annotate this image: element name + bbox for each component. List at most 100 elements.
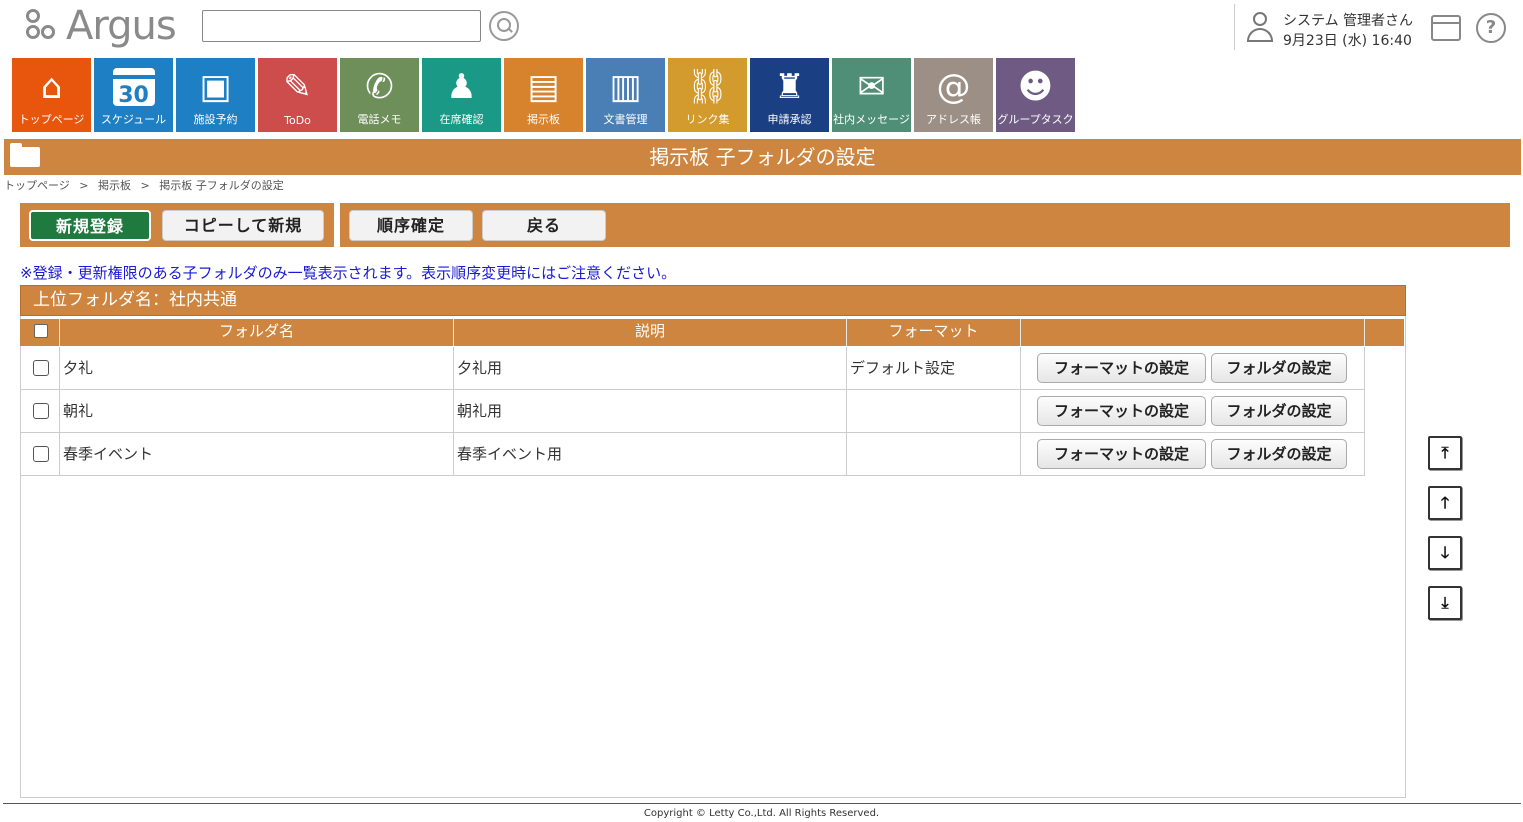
window-icon[interactable] — [1431, 15, 1461, 41]
footer-divider — [3, 803, 1521, 804]
breadcrumb-separator: > — [79, 179, 89, 192]
folder-settings-button[interactable]: フォルダの設定 — [1211, 353, 1347, 383]
breadcrumb: トップページ > 掲示板 > 掲示板 子フォルダの設定 — [4, 177, 290, 193]
app-tile[interactable]: ▣ 施設予約 — [176, 58, 255, 132]
app-tile[interactable]: ✆ 電話メモ — [340, 58, 419, 132]
column-header-description: 説明 — [454, 319, 847, 346]
copyright: Copyright © Letty Co.,Ltd. All Rights Re… — [643, 808, 880, 819]
folder-name-cell: 夕礼 — [60, 347, 454, 390]
title-bar: 掲示板 子フォルダの設定 — [4, 139, 1521, 175]
column-header-name: フォルダ名 — [60, 319, 454, 346]
todo-icon: ✎ — [283, 67, 312, 107]
user-info: システム 管理者さん 9月23日 (水) 16:40 — [1234, 4, 1414, 50]
app-tile[interactable]: 30 スケジュール — [94, 58, 173, 132]
format-settings-button[interactable]: フォーマットの設定 — [1037, 353, 1206, 383]
message-icon: ✉ — [857, 67, 886, 107]
confirm-order-button[interactable]: 順序確定 — [349, 210, 473, 241]
row-select-cell — [20, 433, 60, 476]
row-checkbox[interactable] — [33, 360, 49, 376]
move-up-icon: 🡑 — [1440, 493, 1450, 512]
folder-name-cell: 春季イベント — [60, 433, 454, 476]
address-book-icon: @ — [936, 67, 971, 107]
app-tile[interactable]: ☻ グループタスク — [996, 58, 1075, 132]
app-tile-label: ToDo — [284, 114, 311, 127]
copy-new-button[interactable]: コピーして新規 — [162, 210, 324, 241]
app-tile[interactable]: ▤ 掲示板 — [504, 58, 583, 132]
format-settings-button[interactable]: フォーマットの設定 — [1037, 396, 1206, 426]
folder-format-cell: デフォルト設定 — [847, 347, 1021, 390]
new-button[interactable]: 新規登録 — [29, 210, 151, 241]
group-task-icon: ☻ — [1017, 67, 1054, 107]
app-tile[interactable]: ♟ 在席確認 — [422, 58, 501, 132]
notice-text: ※登録・更新権限のある子フォルダのみ一覧表示されます。表示順序変更時にはご注意く… — [20, 264, 677, 282]
toolbar-create: 新規登録 コピーして新規 — [20, 203, 334, 247]
column-header-format: フォーマット — [847, 319, 1021, 346]
column-header-actions — [1021, 319, 1365, 346]
row-checkbox[interactable] — [33, 403, 49, 419]
back-button[interactable]: 戻る — [482, 210, 606, 241]
app-tile[interactable]: ▥ 文書管理 — [586, 58, 665, 132]
app-tile-label: リンク集 — [685, 113, 730, 126]
move-down-icon: 🡓 — [1440, 543, 1450, 562]
row-select-cell — [20, 390, 60, 433]
move-top-button[interactable]: ⤒ — [1428, 436, 1462, 470]
row-checkbox[interactable] — [33, 446, 49, 462]
breadcrumb-top[interactable]: トップページ — [4, 179, 70, 192]
folder-description-cell: 春季イベント用 — [454, 433, 847, 476]
link-icon: ⛓ — [685, 67, 730, 107]
move-bottom-icon: ⤓ — [1441, 593, 1449, 612]
search-icon[interactable] — [489, 11, 519, 41]
breadcrumb-separator: > — [140, 179, 150, 192]
table-row: 朝礼 朝礼用 フォーマットの設定 フォルダの設定 — [20, 390, 1365, 433]
folder-description-cell: 朝礼用 — [454, 390, 847, 433]
home-icon: ⌂ — [40, 67, 63, 107]
folder-settings-button[interactable]: フォルダの設定 — [1211, 439, 1347, 469]
app-tile[interactable]: @ アドレス帳 — [914, 58, 993, 132]
app-tile-label: トップページ — [18, 113, 85, 126]
user-name: システム 管理者さん — [1283, 13, 1414, 29]
move-bottom-button[interactable]: ⤓ — [1428, 586, 1462, 620]
move-up-button[interactable]: 🡑 — [1428, 486, 1462, 520]
select-all-header — [20, 319, 60, 346]
app-tile[interactable]: ♜ 申請承認 — [750, 58, 829, 132]
move-down-button[interactable]: 🡓 — [1428, 536, 1462, 570]
app-tile[interactable]: ⌂ トップページ — [12, 58, 91, 132]
app-tile-label: 申請承認 — [767, 113, 812, 126]
row-select-cell — [20, 347, 60, 390]
table-header: フォルダ名 説明 フォーマット — [20, 319, 1404, 346]
breadcrumb-board[interactable]: 掲示板 — [98, 179, 131, 192]
document-icon: ▥ — [609, 67, 642, 107]
app-tile[interactable]: ✉ 社内メッセージ — [832, 58, 911, 132]
folder-format-cell — [847, 390, 1021, 433]
calendar-icon: 30 — [94, 64, 173, 110]
folder-settings-button[interactable]: フォルダの設定 — [1211, 396, 1347, 426]
select-all-checkbox[interactable] — [34, 324, 48, 338]
phone-icon: ✆ — [365, 67, 394, 107]
board-icon: ▤ — [527, 67, 560, 107]
app-tile-label: 電話メモ — [357, 113, 402, 126]
table-row: 夕礼 夕礼用 デフォルト設定 フォーマットの設定 フォルダの設定 — [20, 347, 1365, 390]
parent-folder-name: 上位フォルダ名：社内共通 — [20, 285, 1406, 316]
attendance-icon: ♟ — [446, 67, 477, 107]
format-settings-button[interactable]: フォーマットの設定 — [1037, 439, 1206, 469]
current-datetime: 9月23日 (水) 16:40 — [1283, 33, 1412, 49]
logo[interactable]: Argus — [24, 3, 177, 49]
app-navigation: ⌂ トップページ 30 スケジュール ▣ 施設予約 ✎ ToDo ✆ 電話メモ ♟ 在席確認 ▤ 掲示板 ▥… — [12, 58, 1078, 132]
move-top-icon: ⤒ — [1441, 443, 1449, 462]
app-tile-label: 文書管理 — [603, 113, 648, 126]
folder-actions-cell: フォーマットの設定 フォルダの設定 — [1021, 390, 1365, 433]
search-input[interactable] — [202, 10, 481, 42]
folder-name-cell: 朝礼 — [60, 390, 454, 433]
app-tile-label: グループタスク — [997, 113, 1074, 126]
app-tile-label: スケジュール — [100, 113, 167, 126]
help-icon[interactable]: ? — [1476, 13, 1506, 43]
breadcrumb-current: 掲示板 子フォルダの設定 — [159, 179, 284, 192]
app-tile[interactable]: ⛓ リンク集 — [668, 58, 747, 132]
app-tile-label: 社内メッセージ — [833, 113, 910, 126]
app-tile-label: 掲示板 — [527, 113, 560, 126]
app-tile[interactable]: ✎ ToDo — [258, 58, 337, 132]
toolbar-actions: 順序確定 戻る — [340, 203, 1510, 247]
app-tile-label: 在席確認 — [439, 113, 484, 126]
logo-text: Argus — [66, 3, 177, 49]
folder-actions-cell: フォーマットの設定 フォルダの設定 — [1021, 433, 1365, 476]
